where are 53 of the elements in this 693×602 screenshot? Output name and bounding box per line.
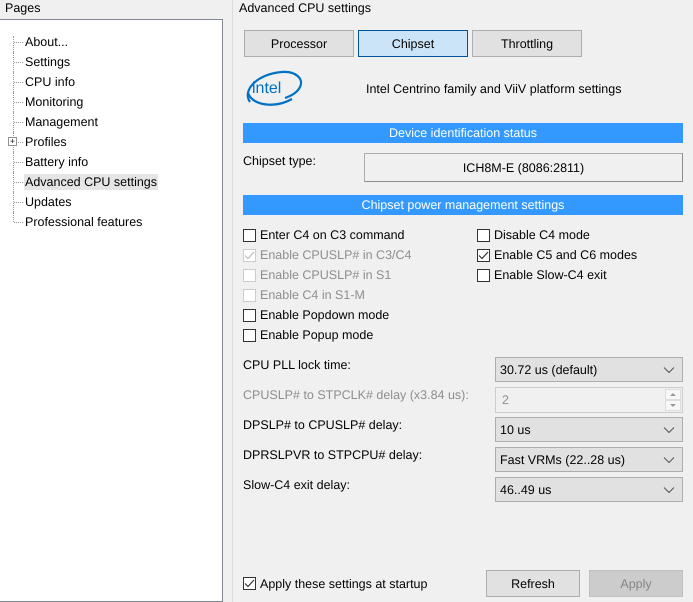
tree-item[interactable]: Profiles	[24, 134, 68, 150]
setting-label: DPSLP# to CPUSLP# delay:	[243, 417, 404, 432]
checkbox[interactable]	[477, 268, 490, 282]
group-title: Pages	[4, 0, 42, 17]
group-title: Advanced CPU settings	[238, 0, 372, 17]
checkbox-label: Enable CPUSLP# in C3/C4	[260, 248, 412, 262]
checkbox[interactable]	[477, 228, 490, 242]
checkbox-label: Enable Popup mode	[260, 328, 374, 342]
checkbox-label: Enable C5 and C6 modes	[494, 248, 638, 262]
tree-item[interactable]: Battery info	[24, 154, 90, 170]
checkbox[interactable]	[243, 308, 256, 322]
chevron-down-icon	[663, 486, 675, 494]
checkbox-label: Enable Slow-C4 exit	[494, 268, 607, 282]
action-button[interactable]: Refresh	[486, 570, 580, 597]
dropdown[interactable]: 30.72 us (default)	[495, 357, 683, 382]
checkbox-label: Enable Popdown mode	[260, 308, 390, 322]
chevron-down-icon	[663, 456, 675, 464]
checkbox[interactable]	[243, 577, 256, 590]
tree-item[interactable]: Professional features	[24, 214, 144, 230]
checkbox-label: Enable CPUSLP# in S1	[260, 268, 392, 282]
tree-item[interactable]: Advanced CPU settings	[24, 174, 158, 190]
checkbox-label: Disable C4 mode	[494, 228, 590, 242]
tab[interactable]: Throttling	[472, 30, 582, 57]
tree-item[interactable]: Monitoring	[24, 94, 84, 110]
setting-label: DPRSLPVR to STPCPU# delay:	[243, 447, 424, 462]
dropdown[interactable]: Fast VRMs (22..28 us)	[495, 447, 683, 472]
chipset-type-field: ICH8M-E (8086:2811)	[364, 153, 683, 182]
checkbox-label: Apply these settings at startup	[260, 576, 428, 590]
setting-label: CPUSLP# to STPCLK# delay (x3.84 us):	[243, 387, 470, 402]
checkbox[interactable]	[243, 228, 256, 242]
field-label: Chipset type:	[243, 153, 317, 168]
brand-logo: intel	[244, 69, 304, 109]
heading: Intel Centrino family and ViiV platform settings	[366, 82, 622, 96]
setting-label: CPU PLL lock time:	[243, 357, 352, 372]
tree-item[interactable]: CPU info	[24, 74, 76, 90]
expand-icon[interactable]	[8, 137, 17, 146]
section-header: Device identification status	[243, 123, 683, 143]
checkbox-label: Enter C4 on C3 command	[260, 228, 405, 242]
checkbox-label: Enable C4 in S1-M	[260, 288, 365, 302]
section-header: Chipset power management settings	[243, 195, 683, 215]
checkbox[interactable]	[477, 248, 490, 262]
dropdown[interactable]: 46..49 us	[495, 477, 683, 502]
setting-label: Slow-C4 exit delay:	[243, 477, 351, 492]
tab[interactable]: Chipset	[358, 30, 468, 57]
tab[interactable]: Processor	[244, 30, 354, 57]
tree-item[interactable]: About...	[24, 34, 70, 50]
tree-item[interactable]: Updates	[24, 194, 73, 210]
dropdown[interactable]: 10 us	[495, 417, 683, 442]
chevron-down-icon	[663, 366, 675, 374]
tree-item[interactable]: Management	[24, 114, 99, 130]
tree-item[interactable]: Settings	[24, 54, 72, 70]
checkbox[interactable]	[243, 328, 256, 342]
chevron-down-icon	[663, 426, 675, 434]
